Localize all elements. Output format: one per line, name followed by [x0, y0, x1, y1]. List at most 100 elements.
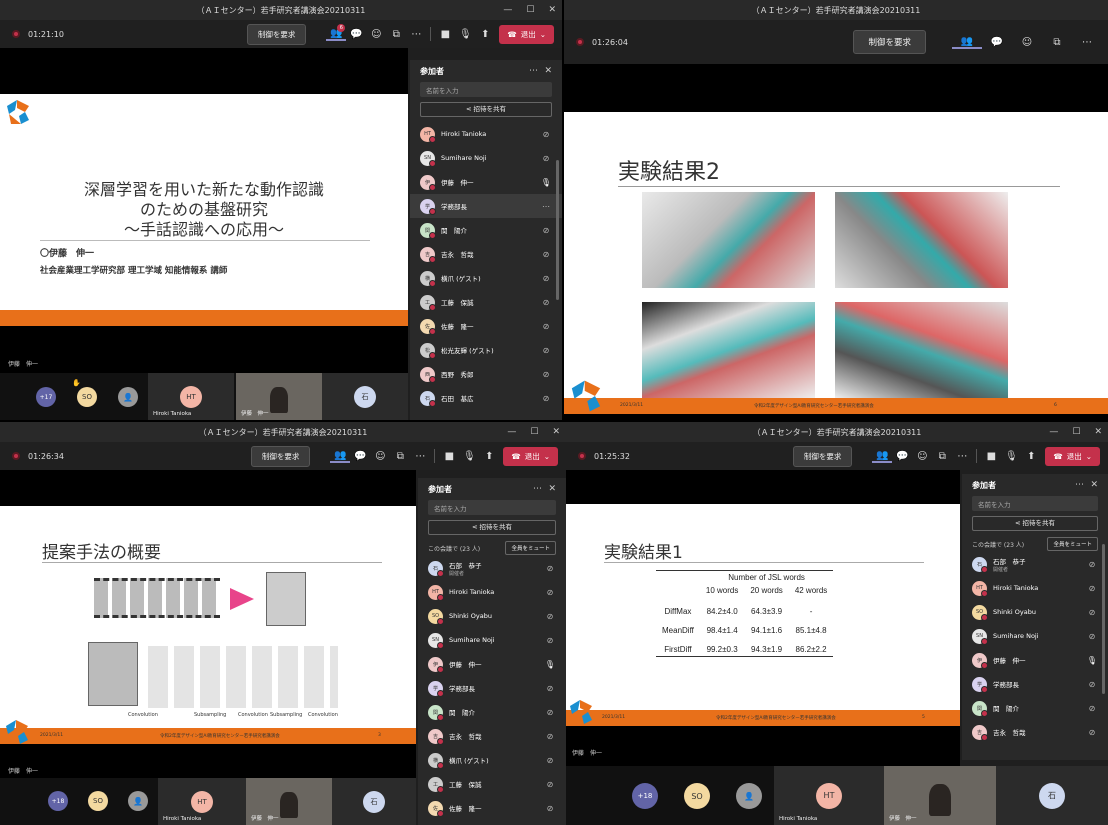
participant-row[interactable]: SO Shinki Oyabu ⊘ [962, 600, 1108, 624]
close-icon[interactable]: ✕ [548, 484, 556, 494]
mic-off-icon[interactable]: ⊘ [544, 732, 556, 741]
tile-ishi[interactable]: 石 [332, 778, 416, 825]
mic-off-icon[interactable]: ⊘ [1086, 680, 1098, 689]
participant-row[interactable]: 関関 陽介 ⊘ [418, 700, 566, 724]
mic-off-icon[interactable]: 🎙 [459, 451, 479, 462]
mic-off-icon[interactable]: 🎙 [1001, 451, 1021, 462]
tile-camera-presenter[interactable]: 伊藤 伸一 [236, 373, 322, 420]
more-participants-chip[interactable]: +17 [36, 387, 56, 407]
mic-off-icon[interactable]: ⊘ [1086, 632, 1098, 641]
share-invite-button[interactable]: ⋖ 招待を共有 [420, 102, 552, 117]
avatar-so[interactable]: SO [684, 783, 710, 809]
mic-off-icon[interactable]: ⊘ [544, 636, 556, 645]
close-icon[interactable]: ✕ [1090, 480, 1098, 490]
maximize-icon[interactable]: ☐ [526, 5, 534, 15]
more-participants-chip[interactable]: +18 [632, 783, 658, 809]
camera-off-icon[interactable]: ■ [981, 451, 1001, 462]
close-icon[interactable]: ✕ [544, 66, 552, 76]
maximize-icon[interactable]: ☐ [1072, 427, 1080, 437]
participants-section[interactable]: この会議で (23 人) 全員をミュート [418, 540, 566, 556]
more-icon[interactable]: ⋯ [1072, 37, 1102, 48]
participant-row[interactable]: 吉吉永 哲哉 ⊘ [962, 720, 1108, 744]
mic-off-icon[interactable]: ⊘ [540, 370, 552, 379]
participants-icon[interactable]: 👥 6 [326, 23, 347, 41]
more-icon[interactable]: ⋯ [406, 29, 426, 40]
mic-off-icon[interactable]: ⊘ [544, 684, 556, 693]
request-control-button[interactable]: 制御を要求 [246, 23, 307, 45]
avatar-guest[interactable]: 👤 [128, 791, 148, 811]
tile-ht[interactable]: HT Hiroki Tanioka [158, 778, 246, 825]
mic-off-icon[interactable]: ⊘ [544, 564, 556, 573]
mic-off-icon[interactable]: ⊘ [544, 588, 556, 597]
mic-off-icon[interactable]: ⊘ [1086, 560, 1098, 569]
avatar-guest[interactable]: 👤 [736, 783, 762, 809]
tile-camera-presenter[interactable]: 伊藤 伸一 [246, 778, 332, 825]
tile-ht[interactable]: HT Hiroki Tanioka [148, 373, 234, 420]
more-icon[interactable]: ⋯ [529, 66, 538, 76]
mic-off-icon[interactable]: ⊘ [540, 346, 552, 355]
participant-row[interactable]: 工工藤 保誠 ⊘ [410, 290, 562, 314]
share-tray-icon[interactable]: ⧉ [1042, 37, 1072, 48]
participant-row[interactable]: 石石部 恭子 開催者 ⊘ [418, 556, 566, 580]
mic-icon[interactable]: 🎙 [540, 178, 552, 187]
mic-icon[interactable]: 🎙 [544, 660, 556, 669]
leave-button[interactable]: ☎ 退出 ⌄ [1045, 446, 1100, 466]
participant-row[interactable]: 佐佐藤 隆一 ⊘ [410, 314, 562, 338]
mic-off-icon[interactable]: ⊘ [1086, 728, 1098, 737]
chevron-down-icon[interactable]: ⌄ [1086, 452, 1092, 461]
more-icon[interactable]: ⋯ [410, 451, 430, 462]
camera-off-icon[interactable]: ■ [435, 29, 455, 40]
close-icon[interactable]: ✕ [552, 427, 560, 437]
mute-all-button[interactable]: 全員をミュート [1047, 537, 1098, 551]
close-icon[interactable]: ✕ [548, 5, 556, 15]
more-icon[interactable]: ⋯ [1075, 480, 1084, 490]
participant-row[interactable]: 関関 陽介 ⊘ [962, 696, 1108, 720]
minimize-icon[interactable]: — [507, 427, 516, 437]
participant-row[interactable]: HT Hiroki Tanioka ⊘ [410, 122, 562, 146]
camera-off-icon[interactable]: ■ [439, 451, 459, 462]
mute-all-button[interactable]: 全員をミュート [505, 541, 556, 555]
mic-off-icon[interactable]: 🎙 [455, 29, 475, 40]
participants-icon[interactable]: 👥 [872, 450, 893, 463]
mic-off-icon[interactable]: ⊘ [1086, 704, 1098, 713]
tile-camera-presenter[interactable]: 伊藤 伸一 [884, 766, 996, 825]
mic-off-icon[interactable]: ⊘ [540, 250, 552, 259]
avatar-so[interactable]: SO [88, 791, 108, 811]
search-input[interactable]: 名前を入力 [972, 496, 1098, 511]
share-icon[interactable]: ⬆ [1021, 451, 1041, 462]
participant-row[interactable]: 学学務部長 ⊘ [418, 676, 566, 700]
scrollbar[interactable] [1102, 544, 1105, 694]
mic-off-icon[interactable]: ⊘ [544, 708, 556, 717]
minimize-icon[interactable]: — [1049, 427, 1058, 437]
participant-row[interactable]: 吉吉永 哲哉 ⊘ [418, 724, 566, 748]
mic-off-icon[interactable]: ⊘ [544, 612, 556, 621]
search-input[interactable]: 名前を入力 [420, 82, 552, 97]
more-participants-chip[interactable]: +18 [48, 791, 68, 811]
tile-ishi[interactable]: 石 [996, 766, 1108, 825]
reactions-icon[interactable]: ☺ [912, 451, 932, 462]
share-invite-button[interactable]: ⋖ 招待を共有 [428, 520, 556, 535]
participant-row[interactable]: 横横爪 (ゲスト) ⊘ [410, 266, 562, 290]
search-input[interactable]: 名前を入力 [428, 500, 556, 515]
request-control-button[interactable]: 制御を要求 [250, 445, 311, 467]
participant-row[interactable]: SN Sumihare Noji ⊘ [418, 628, 566, 652]
close-icon[interactable]: ✕ [1094, 427, 1102, 437]
share-invite-button[interactable]: ⋖ 招待を共有 [972, 516, 1098, 531]
participant-row[interactable]: SO Shinki Oyabu ⊘ [418, 604, 566, 628]
request-control-button[interactable]: 制御を要求 [853, 30, 926, 54]
mic-off-icon[interactable]: ⊘ [540, 394, 552, 403]
leave-button[interactable]: ☎ 退出 ⌄ [499, 24, 554, 44]
participant-row[interactable]: 吉吉永 哲哉 ⊘ [410, 242, 562, 266]
participant-row[interactable]: HT Hiroki Tanioka ⊘ [962, 576, 1108, 600]
participant-row[interactable]: 石石部 恭子 開催者 ⊘ [962, 552, 1108, 576]
tile-ht[interactable]: HT Hiroki Tanioka [774, 766, 884, 825]
scrollbar[interactable] [556, 160, 559, 300]
chat-icon[interactable]: 💬 [892, 451, 912, 462]
participant-row[interactable]: 学学務部長 ⊘ [962, 672, 1108, 696]
mic-off-icon[interactable]: ⊘ [544, 780, 556, 789]
participant-row[interactable]: 伊伊藤 伸一 🎙 [418, 652, 566, 676]
participants-section[interactable]: この会議で (23 人) 全員をミュート [962, 536, 1108, 552]
mic-icon[interactable]: 🎙 [1086, 656, 1098, 665]
participant-row[interactable]: 学学務部長 ⋯ [410, 194, 562, 218]
minimize-icon[interactable]: — [503, 5, 512, 15]
